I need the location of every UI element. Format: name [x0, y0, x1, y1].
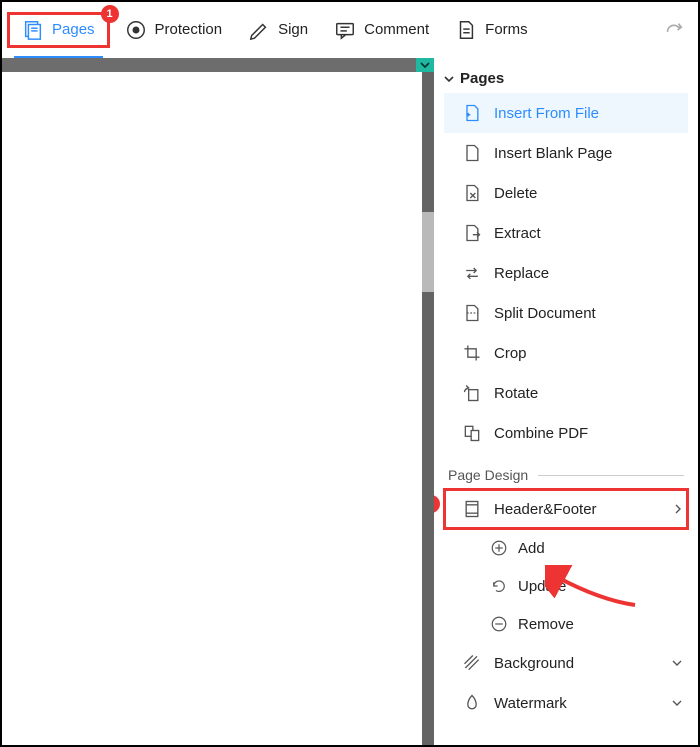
tab-protection-label: Protection — [155, 21, 223, 38]
panel-item-label: Delete — [494, 185, 537, 202]
tab-sign-label: Sign — [278, 21, 308, 38]
delete-page-icon — [462, 183, 482, 203]
chevron-down-icon — [444, 74, 454, 84]
sub-item-update[interactable]: Update — [444, 567, 688, 605]
sign-icon — [248, 19, 270, 41]
tab-forms[interactable]: Forms — [445, 13, 538, 47]
panel-item-rotate[interactable]: Rotate — [444, 373, 688, 413]
panel-item-replace[interactable]: Replace — [444, 253, 688, 293]
panel-item-extract[interactable]: Extract — [444, 213, 688, 253]
sub-item-label: Add — [518, 540, 545, 557]
protection-icon — [125, 19, 147, 41]
panel-header[interactable]: Pages — [444, 66, 688, 93]
annotation-badge-2: 2 — [434, 495, 440, 513]
tab-pages-label: Pages — [52, 21, 95, 38]
tab-sign[interactable]: Sign — [238, 13, 318, 47]
tab-comment[interactable]: Comment — [324, 13, 439, 47]
tab-comment-label: Comment — [364, 21, 429, 38]
panel-item-label: Insert Blank Page — [494, 145, 612, 162]
crop-icon — [462, 343, 482, 363]
forms-icon — [455, 19, 477, 41]
panel-item-label: Watermark — [494, 695, 567, 712]
pages-tab-icon — [22, 19, 44, 41]
section-page-design: Page Design — [444, 453, 688, 489]
combine-icon — [462, 423, 482, 443]
comment-icon — [334, 19, 356, 41]
tab-protection[interactable]: Protection — [115, 13, 233, 47]
panel-item-crop[interactable]: Crop — [444, 333, 688, 373]
panel-item-insert-blank[interactable]: Insert Blank Page — [444, 133, 688, 173]
panel-item-background[interactable]: Background — [444, 643, 688, 683]
sub-item-label: Update — [518, 578, 566, 595]
rotate-icon — [462, 383, 482, 403]
panel-item-label: Extract — [494, 225, 541, 242]
insert-file-icon — [462, 103, 482, 123]
watermark-icon — [462, 693, 482, 713]
panel-item-insert-from-file[interactable]: Insert From File — [444, 93, 688, 133]
header-footer-icon — [462, 499, 482, 519]
split-icon — [462, 303, 482, 323]
replace-icon — [462, 263, 482, 283]
toolbar: Pages 1 Protection Sign Comment — [2, 2, 698, 58]
sub-item-add[interactable]: Add — [444, 529, 688, 567]
panel-item-header-footer[interactable]: Header&Footer — [444, 489, 688, 529]
annotation-badge-1: 1 — [101, 5, 119, 23]
panel-item-label: Replace — [494, 265, 549, 282]
document-pane — [2, 58, 434, 745]
tab-pages[interactable]: Pages 1 — [8, 13, 109, 47]
blank-page-icon — [462, 143, 482, 163]
panel-item-label: Split Document — [494, 305, 596, 322]
panel-item-label: Combine PDF — [494, 425, 588, 442]
chevron-right-icon — [674, 504, 682, 514]
pane-dropdown-button[interactable] — [416, 58, 434, 72]
panel-item-label: Rotate — [494, 385, 538, 402]
panel-item-label: Insert From File — [494, 105, 599, 122]
panel-item-label: Background — [494, 655, 574, 672]
document-canvas[interactable] — [2, 72, 434, 745]
panel-item-label: Crop — [494, 345, 527, 362]
document-header-bar — [2, 58, 434, 72]
remove-icon — [490, 615, 508, 633]
side-panel: Pages Insert From File Insert Blank Page… — [434, 58, 698, 745]
panel-item-combine[interactable]: Combine PDF — [444, 413, 688, 453]
extract-icon — [462, 223, 482, 243]
panel-item-split[interactable]: Split Document — [444, 293, 688, 333]
sub-item-label: Remove — [518, 616, 574, 633]
background-icon — [462, 653, 482, 673]
section-title-label: Page Design — [448, 467, 528, 483]
add-icon — [490, 539, 508, 557]
tab-forms-label: Forms — [485, 21, 528, 38]
panel-item-delete[interactable]: Delete — [444, 173, 688, 213]
panel-item-watermark[interactable]: Watermark — [444, 683, 688, 723]
chevron-down-icon — [672, 699, 682, 707]
update-icon — [490, 577, 508, 595]
panel-title: Pages — [460, 70, 504, 87]
chevron-down-icon — [672, 659, 682, 667]
redo-button[interactable] — [654, 13, 692, 47]
panel-item-label: Header&Footer — [494, 501, 597, 518]
sub-item-remove[interactable]: Remove — [444, 605, 688, 643]
